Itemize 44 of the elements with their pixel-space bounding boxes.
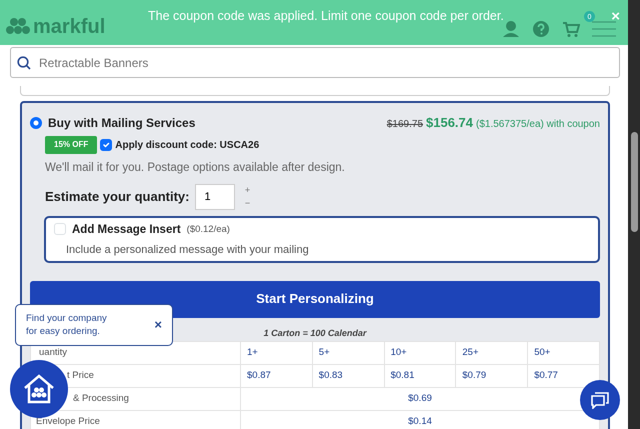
price: $156.74 (426, 114, 474, 132)
logo-icon (6, 16, 30, 34)
house-icon (22, 374, 56, 404)
quantity-label: Estimate your quantity: (45, 188, 190, 206)
table-cell: 25+ (456, 341, 528, 364)
insert-title: Add Message Insert (72, 222, 181, 238)
insert-description: Include a personalized message with your mailing (66, 242, 310, 258)
table-cell: 50+ (528, 341, 600, 364)
row-label: t Price (67, 369, 94, 380)
scrollbar-thumb[interactable] (631, 132, 638, 232)
help-icon[interactable] (532, 19, 550, 38)
chat-icon (590, 391, 610, 410)
row-label: & Processing (73, 392, 129, 404)
search-input[interactable]: Retractable Banners (37, 52, 613, 72)
search-icon (17, 56, 31, 70)
table-cell: $0.81 (384, 364, 456, 387)
table-cell: $0.79 (456, 364, 528, 387)
unit-price: ($1.567375/ea) with coupon (476, 117, 600, 131)
decrement-button[interactable]: − (241, 196, 254, 210)
table-cell: 10+ (384, 341, 456, 364)
account-icon[interactable] (502, 19, 520, 38)
checkbox[interactable] (100, 138, 112, 150)
insert-price: ($0.12/ea) (186, 222, 230, 236)
increment-button[interactable]: + (241, 184, 254, 197)
cart-icon[interactable] (562, 19, 580, 38)
discount-label: Apply discount code: USCA26 (115, 138, 260, 152)
table-cell: 5+ (312, 341, 384, 364)
radio-button[interactable] (30, 116, 42, 129)
logo[interactable]: markful (33, 10, 106, 40)
old-price: $169.75 (386, 117, 424, 131)
row-label: Envelope Price (36, 415, 100, 426)
table-cell: 1+ (240, 341, 312, 364)
table-caption: 1 Carton = 100 Calendar (264, 328, 366, 338)
row-label: uantity (39, 346, 67, 358)
table-cell: $0.87 (240, 364, 312, 387)
quantity-field[interactable]: 1 (195, 184, 236, 210)
close-button[interactable]: × (154, 316, 162, 334)
table-cell: $0.83 (312, 364, 384, 387)
discount-badge: 15% OFF (45, 136, 98, 154)
search-field[interactable]: Retractable Banners (10, 47, 620, 78)
coupon-notice: The coupon code was applied. Limit one coupon code per order. (148, 8, 504, 25)
description: We'll mail it for you. Postage options available after design. (45, 160, 346, 175)
menu-icon[interactable] (592, 19, 616, 38)
option-title: Buy with Mailing Services (48, 114, 196, 132)
